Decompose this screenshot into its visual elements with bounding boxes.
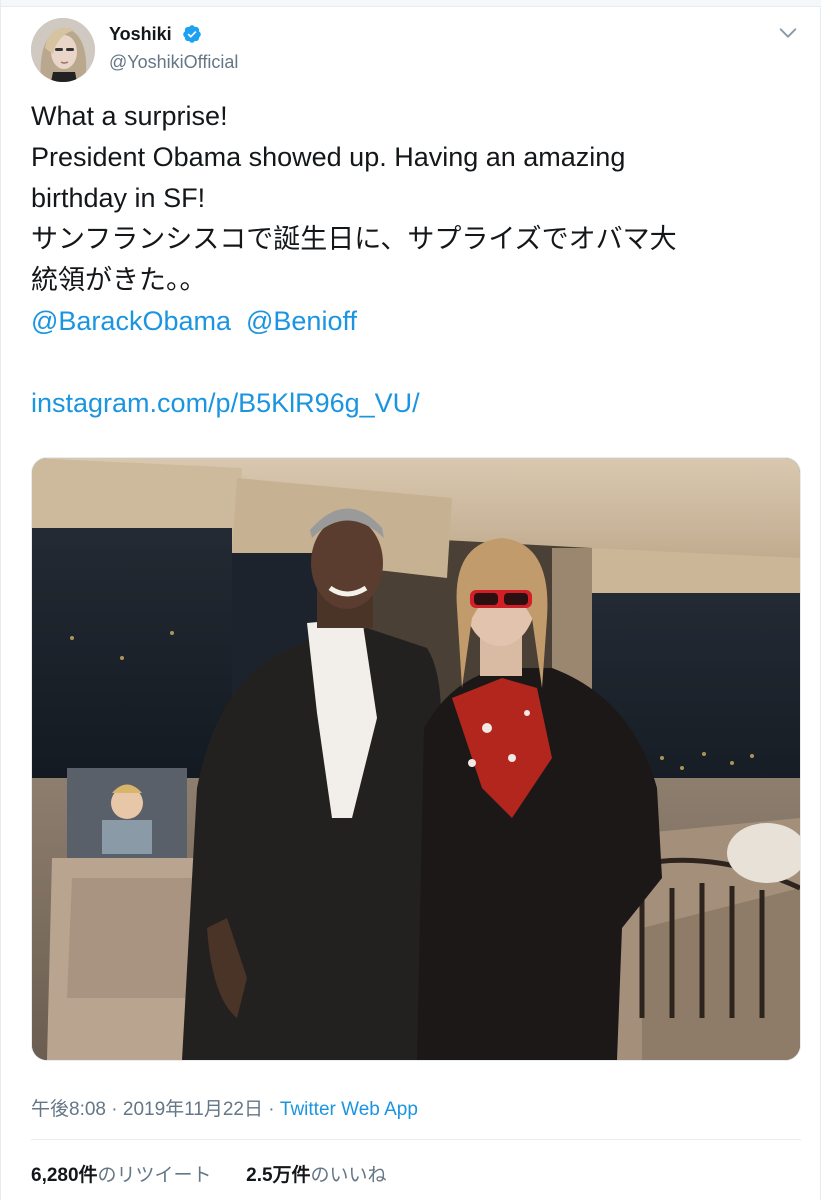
tweet-time[interactable]: 午後8:08 <box>31 1099 106 1120</box>
tweet-line: サンフランシスコで誕生日に、サプライズでオバマ大 <box>31 224 677 254</box>
likes-stat[interactable]: 2.5万件のいいね <box>246 1160 386 1187</box>
chevron-down-icon[interactable] <box>777 22 799 44</box>
meta-separator: · <box>268 1099 275 1120</box>
tweet-line: 統領がきた。。 <box>31 265 207 295</box>
tweet-date[interactable]: 2019年11月22日 <box>123 1099 263 1120</box>
author-name[interactable]: Yoshiki <box>109 24 172 45</box>
tweet-line: President Obama showed up. Having an ama… <box>31 142 626 172</box>
likes-count: 2.5万件 <box>246 1165 311 1186</box>
instagram-link[interactable]: instagram.com/p/B5KlR96g_VU/ <box>31 388 420 418</box>
photo-image <box>32 458 800 1060</box>
tweet-meta: 午後8:08 · 2019年11月22日 · Twitter Web App <box>31 1094 418 1121</box>
tweet-stats: 6,280件のリツイート 2.5万件のいいね <box>31 1160 387 1187</box>
meta-separator: · <box>111 1099 118 1120</box>
author-handle[interactable]: @YoshikiOfficial <box>109 52 238 73</box>
avatar[interactable] <box>31 18 95 82</box>
divider <box>31 1139 801 1140</box>
top-edge <box>1 0 821 7</box>
tweet-line: birthday in SF! <box>31 183 206 213</box>
verified-badge-icon <box>183 25 201 43</box>
tweet-card: Yoshiki @YoshikiOfficial What a surprise… <box>0 0 821 1200</box>
retweets-stat[interactable]: 6,280件のリツイート <box>31 1160 212 1187</box>
likes-label: のいいね <box>310 1165 387 1186</box>
link-line: instagram.com/p/B5KlR96g_VU/ <box>31 383 801 424</box>
tweet-text: What a surprise! President Obama showed … <box>31 96 801 424</box>
mention-benioff[interactable]: @Benioff <box>246 306 357 336</box>
tweet-source[interactable]: Twitter Web App <box>280 1099 418 1120</box>
mention-barackobama[interactable]: @BarackObama <box>31 306 231 336</box>
tweet-line: What a surprise! <box>31 101 228 131</box>
mentions-line: @BarackObama @Benioff <box>31 301 801 342</box>
retweets-count: 6,280件 <box>31 1165 98 1186</box>
tweet-photo[interactable] <box>31 457 801 1061</box>
retweets-label: のリツイート <box>97 1165 212 1186</box>
